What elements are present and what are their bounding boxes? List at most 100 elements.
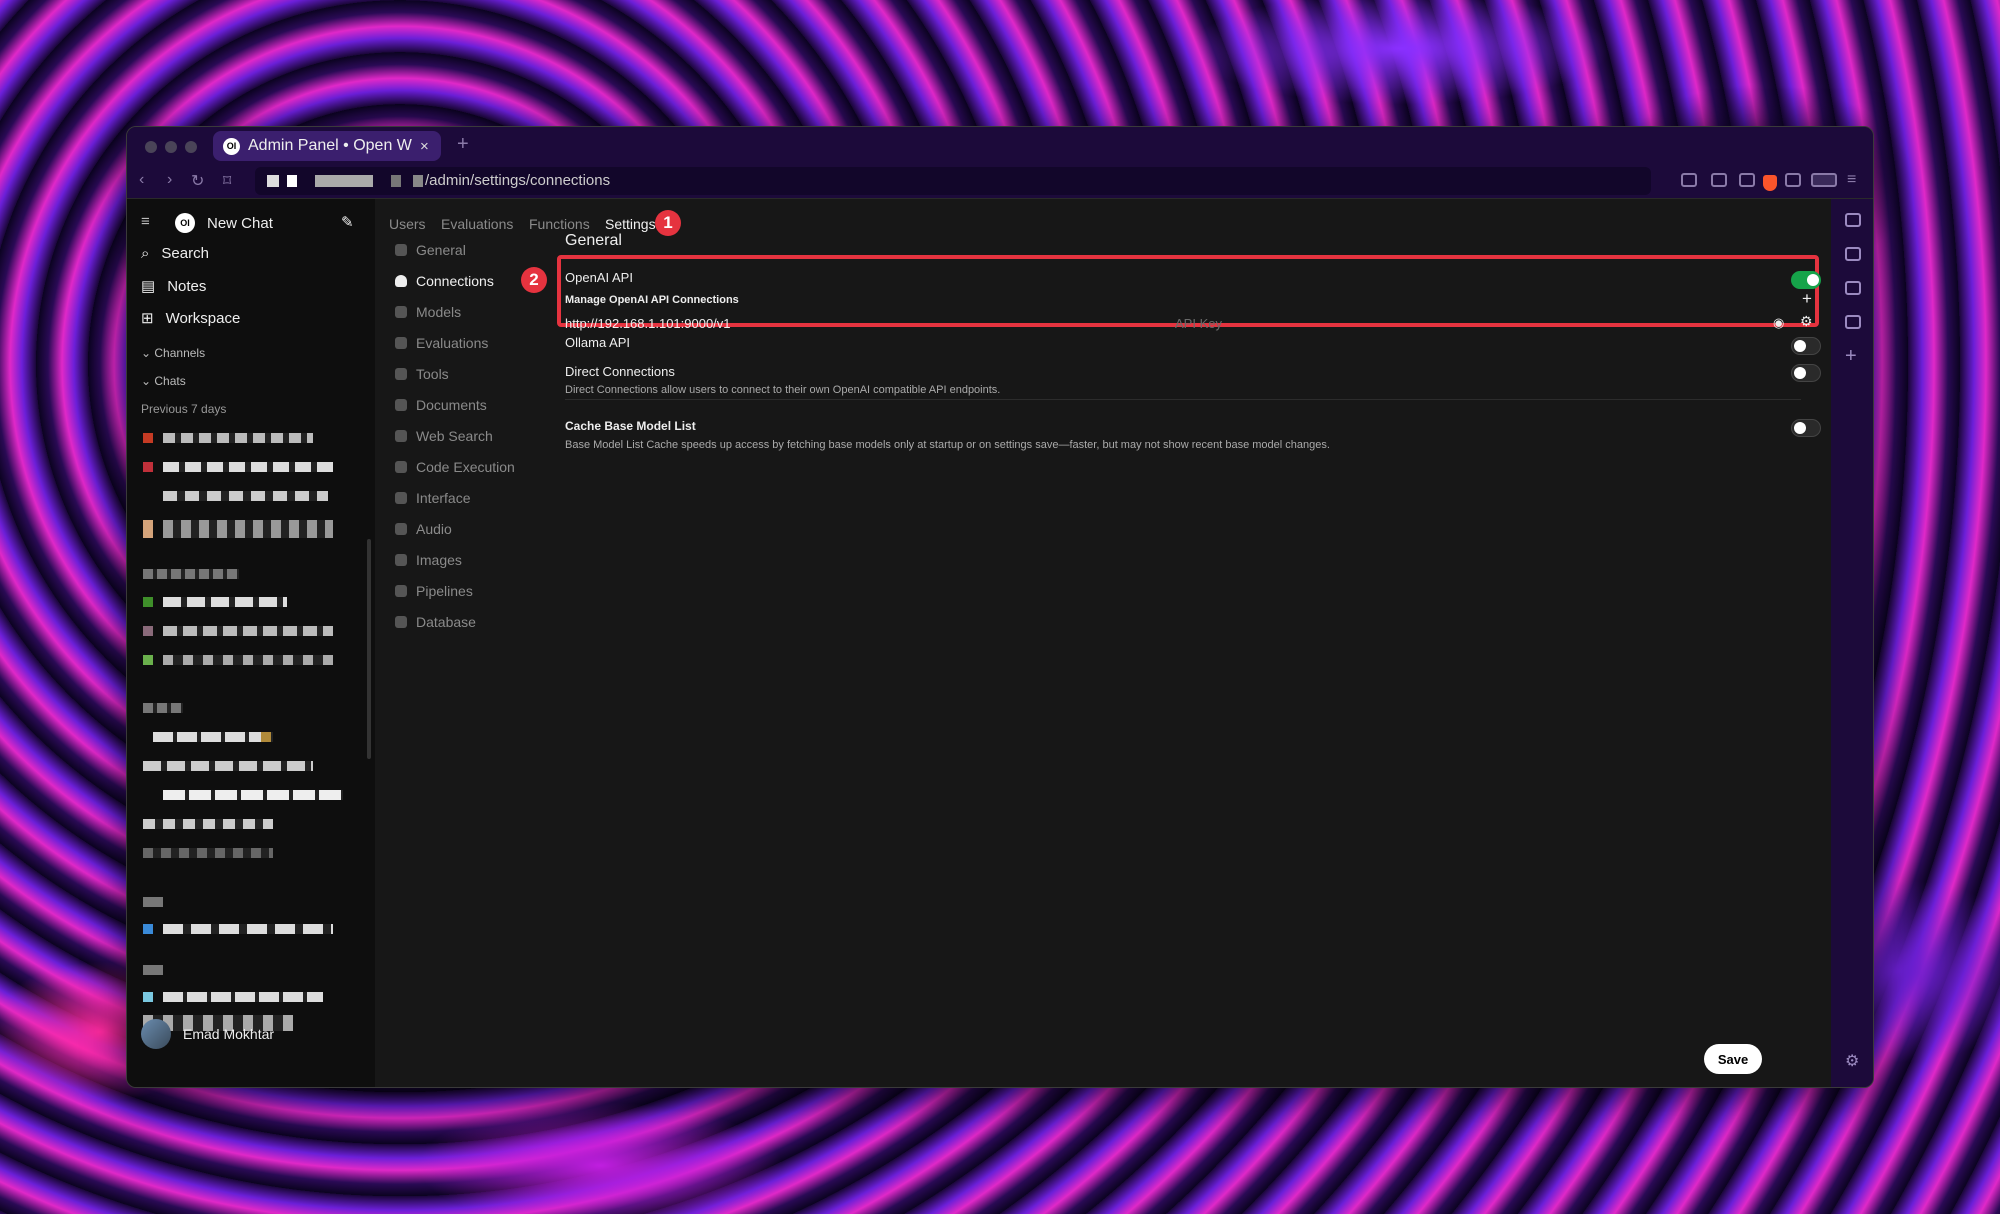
channels-section[interactable]: ⌄ Channels: [141, 346, 205, 360]
tab-users[interactable]: Users: [389, 216, 426, 232]
redacted-chat-item[interactable]: [143, 924, 153, 934]
reading-list-icon[interactable]: [1845, 315, 1861, 329]
window-close-dot[interactable]: [145, 141, 157, 153]
sidebar-item-label: Search: [161, 245, 209, 262]
settings-nav-pipelines[interactable]: Pipelines: [395, 583, 473, 599]
video-icon[interactable]: [1845, 213, 1861, 227]
redacted-chat-item[interactable]: [143, 897, 163, 907]
window-maximize-dot[interactable]: [185, 141, 197, 153]
redacted-chat-item[interactable]: [143, 433, 153, 443]
settings-nav-tools[interactable]: Tools: [395, 366, 449, 382]
wallet-icon[interactable]: [1845, 247, 1861, 261]
bookmark-icon[interactable]: ⌑: [223, 171, 231, 191]
brave-shields-icon[interactable]: [1763, 175, 1777, 191]
puzzle-icon[interactable]: [1711, 173, 1727, 187]
settings-nav-database[interactable]: Database: [395, 614, 476, 630]
gear-icon[interactable]: ⚙: [1845, 1051, 1859, 1071]
openai-api-title: OpenAI API: [565, 270, 633, 285]
redacted-chat-item[interactable]: [163, 626, 333, 636]
settings-nav-connections[interactable]: Connections: [395, 273, 494, 289]
browser-right-sidebar: + ⚙: [1831, 199, 1873, 1087]
settings-nav-documents[interactable]: Documents: [395, 397, 487, 413]
extension-icon[interactable]: [1681, 173, 1697, 187]
bookmarks-icon[interactable]: [1845, 281, 1861, 295]
settings-nav-audio[interactable]: Audio: [395, 521, 452, 537]
redacted-chat-item[interactable]: [143, 965, 163, 975]
hamburger-icon[interactable]: ≡: [141, 213, 150, 230]
settings-nav-evaluations[interactable]: Evaluations: [395, 335, 488, 351]
gear-icon[interactable]: ⚙: [1800, 313, 1813, 330]
redacted-chat-item[interactable]: [143, 703, 183, 713]
menu-icon[interactable]: ≡: [1847, 171, 1856, 189]
channels-label: Channels: [154, 346, 206, 360]
tab-evaluations[interactable]: Evaluations: [441, 216, 513, 232]
settings-nav-interface[interactable]: Interface: [395, 490, 470, 506]
openai-url-input[interactable]: http://192.168.1.101:9000/v1: [565, 316, 731, 331]
tab-functions[interactable]: Functions: [529, 216, 590, 232]
new-tab-button[interactable]: +: [457, 133, 469, 156]
cache-model-list-toggle[interactable]: [1791, 419, 1821, 437]
redacted-chat-item[interactable]: [143, 819, 273, 829]
browser-tab[interactable]: OI Admin Panel • Open WebUI ×: [213, 131, 441, 161]
redacted-chat-item[interactable]: [163, 655, 333, 665]
redacted-chat-item[interactable]: [143, 626, 153, 636]
redacted-chat-item[interactable]: [163, 433, 313, 443]
settings-nav-label: Pipelines: [416, 583, 473, 599]
tab-settings[interactable]: Settings: [605, 216, 656, 232]
add-connection-icon[interactable]: +: [1802, 289, 1812, 309]
settings-nav-code-execution[interactable]: Code Execution: [395, 459, 515, 475]
sidebar-item-workspace[interactable]: ⊞ Workspace: [141, 309, 240, 328]
redacted-chat-item[interactable]: [143, 992, 153, 1002]
redacted-chat-item[interactable]: [163, 597, 287, 607]
reload-icon[interactable]: ↻: [191, 171, 204, 191]
redacted-chat-item[interactable]: [163, 924, 333, 934]
add-panel-icon[interactable]: +: [1845, 345, 1857, 368]
redacted-chat-item[interactable]: [143, 597, 153, 607]
url-field[interactable]: /admin/settings/connections: [255, 167, 1777, 195]
site-info-icon[interactable]: [267, 175, 279, 187]
admin-panel: Users Evaluations Functions Settings 1 G…: [375, 199, 1831, 1087]
redacted-chat-item[interactable]: [143, 761, 313, 771]
vpn-icon[interactable]: [1811, 173, 1837, 187]
settings-nav-label: Database: [416, 614, 476, 630]
redacted-chat-item[interactable]: [143, 655, 153, 665]
redacted-chat-item[interactable]: [163, 491, 328, 501]
direct-connections-toggle[interactable]: [1791, 364, 1821, 382]
sidebar-scrollbar[interactable]: [367, 539, 371, 759]
settings-nav-web-search[interactable]: Web Search: [395, 428, 493, 444]
redacted-chat-item[interactable]: [163, 790, 343, 800]
search-icon: ⌕: [141, 245, 150, 262]
openai-api-toggle[interactable]: [1791, 271, 1821, 289]
redacted-chat-item[interactable]: [143, 462, 153, 472]
redacted-chat-item[interactable]: [143, 848, 273, 858]
api-key-input[interactable]: API Key: [1175, 316, 1222, 331]
save-button[interactable]: Save: [1704, 1044, 1762, 1074]
sidebar-item-search[interactable]: ⌕ Search: [141, 245, 209, 262]
redacted-chat-item[interactable]: [143, 569, 239, 579]
previous-7-days-label: Previous 7 days: [141, 402, 227, 416]
eye-icon[interactable]: ◉: [1773, 315, 1784, 331]
redacted-chat-item[interactable]: [163, 462, 333, 472]
window-minimize-dot[interactable]: [165, 141, 177, 153]
code-icon: [395, 461, 407, 473]
settings-nav-general[interactable]: General: [395, 242, 466, 258]
redacted-chat-item[interactable]: [143, 520, 153, 538]
sidebar-item-notes[interactable]: ▤ Notes: [141, 277, 206, 296]
back-icon[interactable]: ‹: [139, 171, 144, 189]
redacted-chat-item[interactable]: [163, 992, 323, 1002]
redacted-chat-item[interactable]: [261, 732, 271, 742]
settings-nav-images[interactable]: Images: [395, 552, 462, 568]
forward-icon[interactable]: ›: [167, 171, 172, 189]
user-name[interactable]: Emad Mokhtar: [183, 1026, 274, 1042]
redacted-chat-item[interactable]: [163, 520, 333, 538]
sidebar-toggle-icon[interactable]: [1785, 173, 1801, 187]
compose-icon[interactable]: ✎: [341, 213, 354, 231]
wallet-icon[interactable]: [1739, 173, 1755, 187]
tab-close-icon[interactable]: ×: [420, 138, 429, 155]
settings-nav-models[interactable]: Models: [395, 304, 461, 320]
chats-section[interactable]: ⌄ Chats: [141, 374, 186, 388]
ollama-api-toggle[interactable]: [1791, 337, 1821, 355]
redacted-chat-item[interactable]: [153, 732, 273, 742]
new-chat-button[interactable]: OI New Chat: [175, 213, 273, 233]
avatar[interactable]: [141, 1019, 171, 1049]
